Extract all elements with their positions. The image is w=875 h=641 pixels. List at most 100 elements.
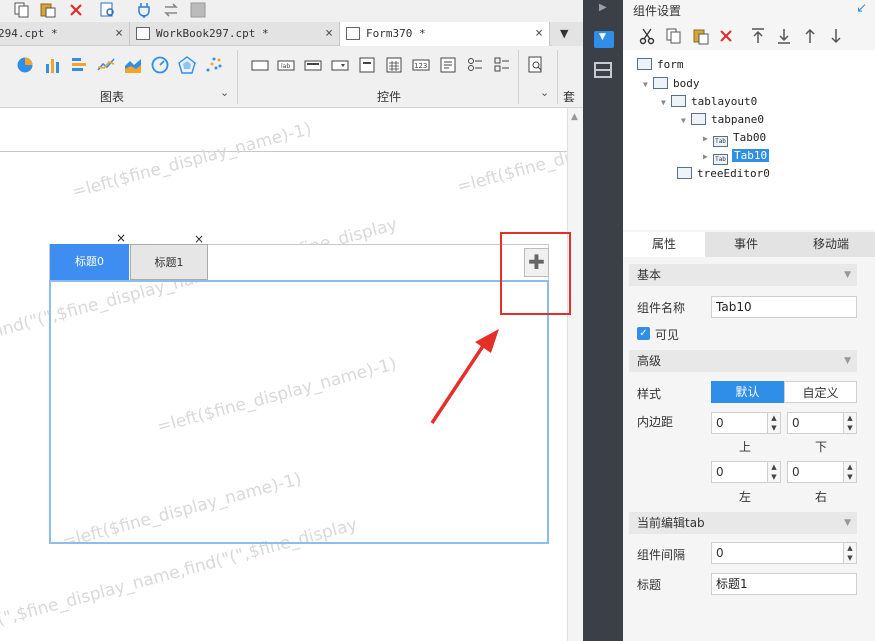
- copy-icon[interactable]: [14, 2, 30, 18]
- button-widget-icon[interactable]: [304, 56, 322, 74]
- tree-node-tab10[interactable]: ▶ Tab Tab10: [703, 147, 770, 166]
- component-settings-toggle[interactable]: ▼: [594, 31, 614, 48]
- swap-icon[interactable]: [163, 2, 179, 18]
- ribbon-divider: [557, 50, 558, 104]
- panel-title: 组件设置: [633, 4, 682, 18]
- chevron-down-icon[interactable]: ⌄: [220, 86, 229, 99]
- close-icon[interactable]: ×: [325, 22, 333, 46]
- chevron-down-icon[interactable]: ⌄: [540, 86, 549, 99]
- pie-chart-icon[interactable]: [16, 56, 34, 74]
- layout-icon[interactable]: [594, 62, 612, 78]
- padding-top-caption: 上: [739, 440, 752, 454]
- scroll-up-icon[interactable]: ▲: [571, 112, 578, 122]
- padding-bottom-input[interactable]: 0 ▲ ▼: [787, 412, 857, 434]
- component-tree: form ▼ body ▼ tablayout0 ▼ tabpane0 ▶ Tab Tab…: [623, 50, 875, 230]
- spinner-arrows-icon[interactable]: ▲ ▼: [843, 543, 856, 563]
- input-value: 0: [716, 416, 724, 430]
- date-widget-icon[interactable]: [385, 56, 403, 74]
- plug-icon[interactable]: [136, 2, 152, 18]
- spinner-arrows-icon[interactable]: ▲ ▼: [767, 413, 780, 433]
- input-value: 0: [792, 465, 800, 479]
- copy-icon[interactable]: [666, 27, 682, 45]
- padding-left-input[interactable]: 0 ▲ ▼: [711, 461, 781, 483]
- label-widget-icon[interactable]: [251, 56, 269, 74]
- tree-node-tablayout[interactable]: ▼ tablayout0: [661, 93, 758, 111]
- padding-left-caption: 左: [739, 490, 752, 504]
- tab-title-1[interactable]: 标题1 ×: [130, 232, 208, 280]
- move-up-icon[interactable]: [802, 27, 818, 45]
- checkbox-group-widget-icon[interactable]: [493, 56, 511, 74]
- expand-icon[interactable]: ▼: [681, 112, 691, 130]
- padding-top-input[interactable]: 0 ▲ ▼: [711, 412, 781, 434]
- input-value: 0: [792, 416, 800, 430]
- canvas-scrollbar[interactable]: ▲: [567, 108, 583, 641]
- tree-node-tab00[interactable]: ▶ Tab Tab00: [703, 129, 767, 147]
- doc-tab-294[interactable]: 294.cpt * ×: [0, 22, 130, 46]
- gauge-icon[interactable]: [151, 56, 169, 74]
- top-toolbar: [0, 0, 583, 22]
- move-down-icon[interactable]: [828, 27, 844, 45]
- preview-icon[interactable]: [100, 2, 116, 18]
- textarea-widget-icon[interactable]: [439, 56, 457, 74]
- horizontal-bar-icon[interactable]: [70, 56, 88, 74]
- document-tabs: 294.cpt * × WorkBook297.cpt * × Form370 …: [0, 22, 583, 47]
- close-icon[interactable]: ×: [194, 232, 204, 246]
- doc-tab-form370[interactable]: Form370 * ×: [340, 22, 550, 47]
- tab-mobile[interactable]: 移动端: [787, 232, 875, 257]
- paste-icon[interactable]: [693, 27, 709, 45]
- tree-node-treeeditor[interactable]: treeEditor0: [677, 165, 771, 183]
- spinner-arrows-icon[interactable]: ▲ ▼: [843, 462, 856, 482]
- pin-icon[interactable]: ↙: [856, 1, 867, 16]
- close-icon[interactable]: ×: [115, 22, 123, 46]
- radar-chart-icon[interactable]: [178, 56, 196, 74]
- spinner-arrows-icon[interactable]: ▲ ▼: [767, 462, 780, 482]
- tab-title-field[interactable]: 标题1: [711, 573, 857, 595]
- section-advanced[interactable]: 高级 ▼: [629, 350, 857, 372]
- text-field-widget-icon[interactable]: lab: [277, 56, 295, 74]
- list-widget-icon[interactable]: [358, 56, 376, 74]
- delete-icon[interactable]: [68, 2, 84, 18]
- tab-events[interactable]: 事件: [705, 232, 787, 257]
- section-current-tab[interactable]: 当前编辑tab ▼: [629, 512, 857, 534]
- tree-node-tabpane[interactable]: ▼ tabpane0: [681, 111, 765, 129]
- move-bottom-icon[interactable]: [776, 27, 792, 45]
- tree-node-form[interactable]: form: [637, 56, 685, 74]
- expand-icon[interactable]: ▼: [661, 94, 671, 112]
- input-value: 0: [716, 465, 724, 479]
- tree-node-body[interactable]: ▼ body: [643, 75, 701, 93]
- radio-group-widget-icon[interactable]: [466, 56, 484, 74]
- close-icon[interactable]: ×: [116, 231, 126, 245]
- section-title: 高级: [637, 354, 662, 368]
- tab-title-0[interactable]: 标题0 ×: [50, 231, 129, 280]
- collapse-arrow-icon[interactable]: ▶: [703, 148, 713, 166]
- area-chart-icon[interactable]: [124, 56, 142, 74]
- collapse-icon[interactable]: ▶: [599, 2, 607, 13]
- number-widget-icon[interactable]: 123: [412, 56, 430, 74]
- close-icon[interactable]: ×: [535, 22, 543, 46]
- grid-icon[interactable]: [190, 2, 206, 18]
- style-default-button[interactable]: 默认: [711, 381, 784, 403]
- component-name-field[interactable]: Tab10: [711, 296, 857, 318]
- line-chart-icon[interactable]: [97, 56, 115, 74]
- tab-properties[interactable]: 属性: [623, 232, 705, 257]
- padding-right-input[interactable]: 0 ▲ ▼: [787, 461, 857, 483]
- search-widget-icon[interactable]: [527, 56, 545, 74]
- move-top-icon[interactable]: [750, 27, 766, 45]
- visible-checkbox[interactable]: ✓: [637, 327, 650, 340]
- bar-chart-icon[interactable]: [44, 56, 62, 74]
- cut-icon[interactable]: [639, 27, 655, 45]
- style-custom-button[interactable]: 自定义: [784, 381, 857, 403]
- scatter-chart-icon[interactable]: [205, 56, 223, 74]
- collapse-arrow-icon[interactable]: ▶: [703, 130, 713, 148]
- component-settings-panel: 组件设置 ↙ form ▼ body ▼ tablayout0 ▼ tabpane0 …: [623, 0, 875, 641]
- tab-list-button[interactable]: ▼: [552, 22, 583, 46]
- section-basic[interactable]: 基本 ▼: [629, 264, 857, 286]
- delete-icon[interactable]: [718, 27, 734, 45]
- combo-box-widget-icon[interactable]: [331, 56, 349, 74]
- component-gap-input[interactable]: 0 ▲ ▼: [711, 542, 857, 564]
- doc-tab-workbook297[interactable]: WorkBook297.cpt * ×: [130, 22, 340, 46]
- expand-icon[interactable]: ▼: [643, 76, 653, 94]
- spinner-arrows-icon[interactable]: ▲ ▼: [843, 413, 856, 433]
- doc-tab-label: 294.cpt *: [0, 27, 58, 40]
- paste-icon[interactable]: [40, 2, 56, 18]
